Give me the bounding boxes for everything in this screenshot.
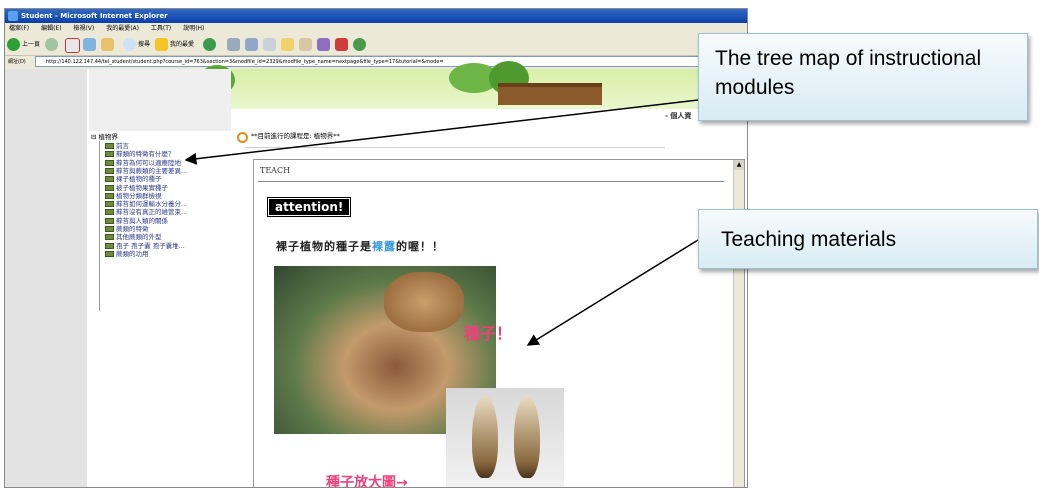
tree-map-arrow (184, 99, 699, 165)
annotation-arrows (184, 99, 699, 346)
teaching-arrow (526, 239, 699, 346)
